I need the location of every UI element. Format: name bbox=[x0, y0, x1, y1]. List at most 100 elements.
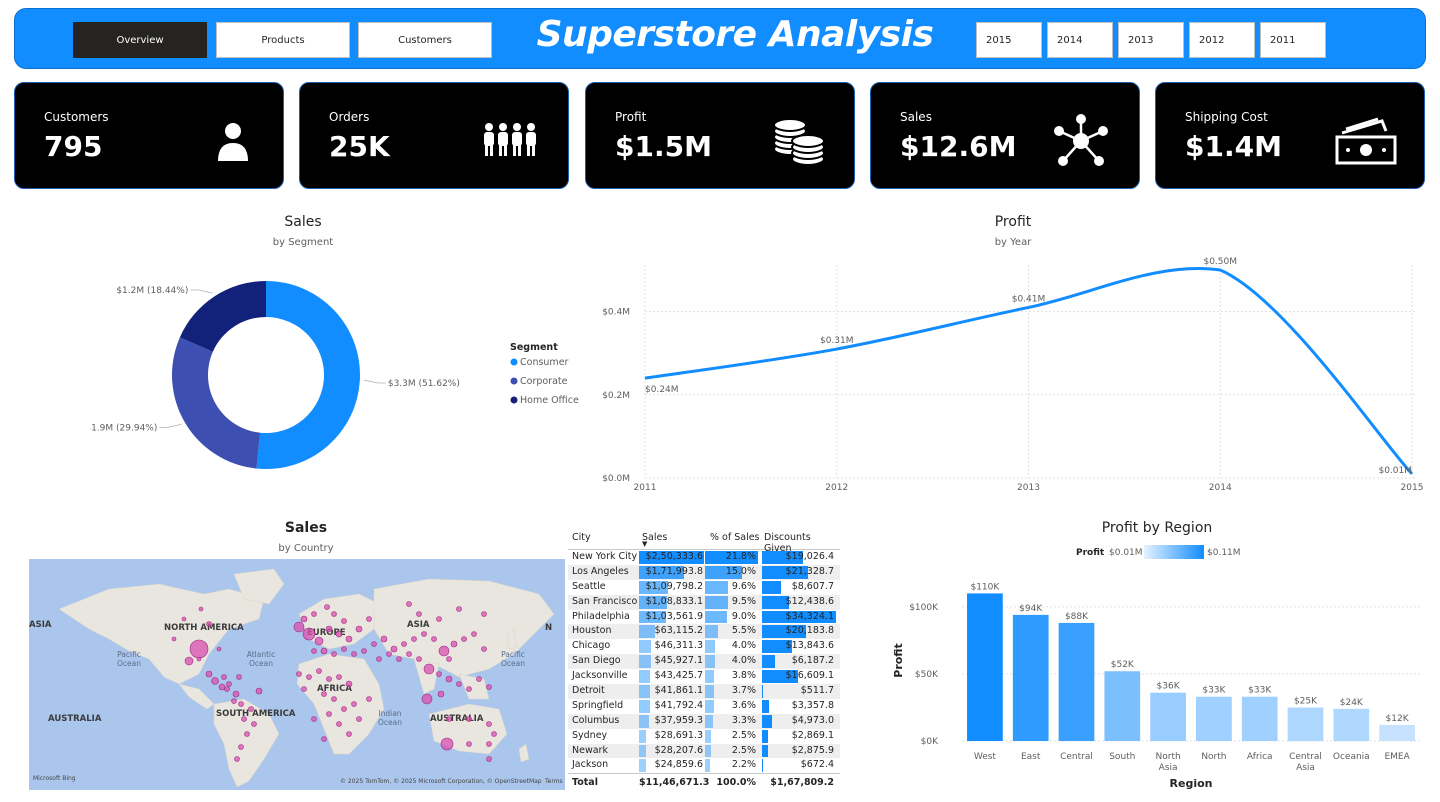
sales-bubble[interactable] bbox=[366, 616, 372, 622]
table-row[interactable]: Jacksonville $43,425.7 3.8% $16,609.1 bbox=[568, 669, 840, 684]
sales-bubble[interactable] bbox=[236, 674, 242, 680]
sales-bubble[interactable] bbox=[476, 676, 482, 682]
sales-bubble[interactable] bbox=[232, 690, 240, 698]
bar-central[interactable] bbox=[1058, 622, 1095, 741]
year-filter-2015[interactable]: 2015 bbox=[976, 22, 1042, 58]
sales-bubble[interactable] bbox=[456, 681, 462, 687]
sales-bubble[interactable] bbox=[296, 671, 302, 677]
sales-bubble[interactable] bbox=[386, 651, 392, 657]
sales-bubble[interactable] bbox=[401, 641, 407, 647]
bar-africa[interactable] bbox=[1241, 696, 1278, 741]
sales-bubble[interactable] bbox=[456, 606, 462, 612]
sales-bubble[interactable] bbox=[481, 611, 487, 617]
table-row[interactable]: Newark $28,207.6 2.5% $2,875.9 bbox=[568, 743, 840, 759]
sales-bubble[interactable] bbox=[311, 716, 317, 722]
sales-bubble[interactable] bbox=[211, 677, 219, 685]
sales-bubble[interactable] bbox=[446, 716, 452, 722]
sales-bubble[interactable] bbox=[218, 683, 226, 691]
sales-bubble[interactable] bbox=[486, 756, 492, 762]
bar-north-asia[interactable] bbox=[1150, 692, 1186, 741]
sales-bubble[interactable] bbox=[336, 721, 342, 727]
table-row[interactable]: Detroit $41,861.1 3.7% $511.7 bbox=[568, 684, 840, 699]
sales-bubble[interactable] bbox=[361, 648, 367, 654]
bar-north[interactable] bbox=[1196, 696, 1232, 741]
sales-bubble[interactable] bbox=[406, 601, 412, 607]
bar-central-asia[interactable] bbox=[1287, 707, 1324, 741]
sales-bubble[interactable] bbox=[445, 675, 453, 683]
sales-bubble[interactable] bbox=[238, 744, 244, 750]
sales-bubble[interactable] bbox=[301, 686, 307, 692]
sales-bubble[interactable] bbox=[314, 636, 324, 646]
sales-bubble[interactable] bbox=[311, 648, 317, 654]
sales-bubble[interactable] bbox=[346, 731, 352, 737]
sales-bubble[interactable] bbox=[396, 656, 402, 662]
sales-bubble[interactable] bbox=[481, 646, 487, 652]
table-row[interactable]: Houston $63,115.2 5.5% $20,183.8 bbox=[568, 624, 840, 640]
sales-bubble[interactable] bbox=[248, 706, 254, 712]
sales-bubble[interactable] bbox=[356, 716, 362, 722]
sales-bubble[interactable] bbox=[300, 615, 308, 623]
bar-emea[interactable] bbox=[1379, 724, 1415, 741]
sales-bubble[interactable] bbox=[345, 680, 353, 688]
sales-bubble[interactable] bbox=[335, 630, 343, 638]
sales-bubble[interactable] bbox=[226, 681, 232, 687]
sales-bubble[interactable] bbox=[221, 674, 227, 680]
bar-west[interactable] bbox=[967, 593, 1003, 741]
header-city[interactable]: City bbox=[572, 532, 591, 543]
sales-bubble[interactable] bbox=[311, 611, 317, 617]
legend-item-home-office[interactable]: Home Office bbox=[520, 395, 579, 406]
year-filter-2011[interactable]: 2011 bbox=[1260, 22, 1326, 58]
sales-bubble[interactable] bbox=[198, 606, 204, 612]
sales-bubble[interactable] bbox=[234, 756, 240, 762]
donut-slice-corporate[interactable] bbox=[172, 337, 261, 469]
sales-bubble[interactable] bbox=[336, 674, 342, 680]
table-row[interactable]: San Francisco $1,08,833.1 9.5% $12,438.6 bbox=[568, 594, 840, 610]
sales-bubble[interactable] bbox=[446, 656, 452, 662]
sales-bubble[interactable] bbox=[196, 656, 202, 662]
year-filter-2013[interactable]: 2013 bbox=[1118, 22, 1184, 58]
sales-bubble[interactable] bbox=[293, 621, 305, 633]
donut-slice-home-office[interactable] bbox=[179, 281, 266, 352]
sales-bubble[interactable] bbox=[355, 625, 363, 633]
sales-bubble[interactable] bbox=[411, 636, 417, 642]
table-row[interactable]: Columbus $37,959.3 3.3% $4,973.0 bbox=[568, 713, 840, 729]
sales-bubble[interactable] bbox=[491, 731, 497, 737]
sales-by-country-map[interactable]: NORTH AMERICA EUROPE ASIA ASIA AFRICA SO… bbox=[29, 559, 565, 790]
sales-bubble[interactable] bbox=[324, 604, 330, 610]
sales-bubble[interactable] bbox=[331, 696, 337, 702]
sales-bubble[interactable] bbox=[416, 611, 422, 617]
sales-bubble[interactable] bbox=[302, 627, 316, 641]
sales-bubble[interactable] bbox=[466, 716, 472, 722]
sales-bubble[interactable] bbox=[341, 618, 347, 624]
sales-bubble[interactable] bbox=[380, 635, 388, 643]
tab-overview[interactable]: Overview bbox=[73, 22, 207, 58]
sales-bubble[interactable] bbox=[471, 631, 477, 637]
table-row[interactable]: Springfield $41,792.4 3.6% $3,357.8 bbox=[568, 699, 840, 714]
sales-bubble[interactable] bbox=[255, 687, 263, 695]
sales-bubble[interactable] bbox=[466, 686, 472, 692]
year-filter-2014[interactable]: 2014 bbox=[1047, 22, 1113, 58]
table-row[interactable]: San Diego $45,927.1 4.0% $6,187.2 bbox=[568, 654, 840, 670]
table-row[interactable]: New York City $2,50,333.6 21.8% $19,026.4 bbox=[568, 550, 840, 565]
sales-bubble[interactable] bbox=[181, 616, 187, 622]
sales-bubble[interactable] bbox=[351, 701, 357, 707]
sales-bubble[interactable] bbox=[345, 635, 353, 643]
table-row[interactable]: Chicago $46,311.3 4.0% $13,843.6 bbox=[568, 639, 840, 654]
sales-bubble[interactable] bbox=[224, 686, 230, 692]
sales-bubble[interactable] bbox=[423, 663, 435, 675]
sales-bubble[interactable] bbox=[251, 721, 257, 727]
sales-bubble[interactable] bbox=[341, 646, 347, 652]
table-row[interactable]: Los Angeles $1,71,993.8 15.0% $21,328.7 bbox=[568, 564, 840, 580]
map-terms-link[interactable]: Terms bbox=[544, 778, 563, 785]
sales-bubble[interactable] bbox=[331, 651, 337, 657]
sales-bubble[interactable] bbox=[321, 736, 327, 742]
sales-bubble[interactable] bbox=[421, 631, 427, 637]
sales-bubble[interactable] bbox=[486, 684, 492, 690]
sales-bubble[interactable] bbox=[390, 645, 398, 653]
sales-bubble[interactable] bbox=[466, 741, 472, 747]
legend-item-corporate[interactable]: Corporate bbox=[520, 376, 568, 387]
sales-bubble[interactable] bbox=[351, 651, 357, 657]
sales-bubble[interactable] bbox=[231, 698, 237, 704]
tab-products[interactable]: Products bbox=[216, 22, 350, 58]
sales-bubble[interactable] bbox=[326, 711, 332, 717]
